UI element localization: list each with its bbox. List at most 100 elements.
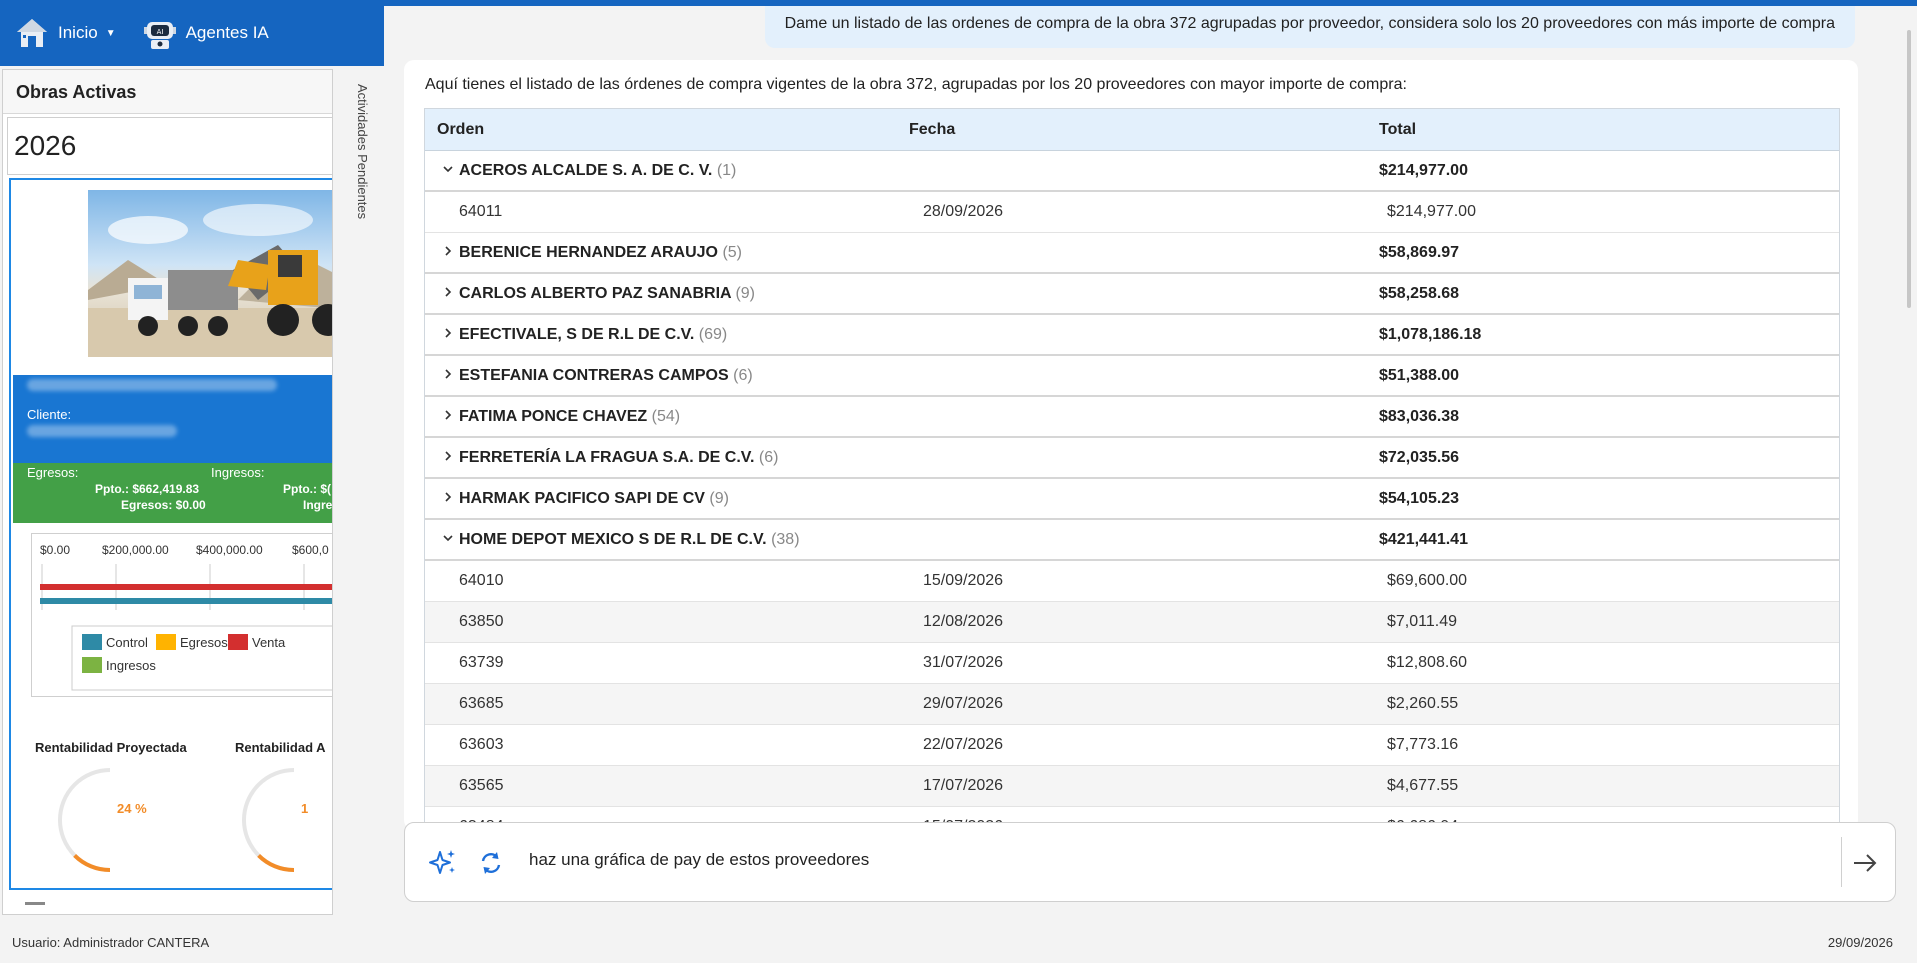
chevron-right-icon[interactable] [441, 285, 455, 299]
group-row[interactable]: ACEROS ALCALDE S. A. DE C. V. (1) $214,97… [425, 151, 1839, 192]
order-row[interactable]: 63739 31/07/2026 $12,808.60 [425, 643, 1839, 684]
group-total: $214,977.00 [1379, 162, 1468, 179]
grid-header: Orden Fecha Total [425, 109, 1839, 151]
group-label: FATIMA PONCE CHAVEZ (54) [459, 408, 680, 426]
group-row[interactable]: FERRETERÍA LA FRAGUA S.A. DE C.V. (6) $72… [425, 438, 1839, 479]
order-total: $2,260.55 [1387, 695, 1459, 712]
vertical-scrollbar[interactable] [1907, 30, 1911, 308]
chat-input[interactable] [529, 850, 1729, 870]
order-date: 22/07/2026 [923, 736, 1004, 753]
group-total: $72,035.56 [1379, 449, 1460, 466]
column-header-fecha[interactable]: Fecha [909, 121, 955, 139]
group-total: $54,105.23 [1379, 490, 1460, 507]
status-bar: Usuario: Administrador CANTERA 29/09/202… [0, 921, 1917, 963]
chevron-right-icon[interactable] [441, 408, 455, 422]
order-total: $12,808.60 [1387, 654, 1468, 671]
ingresos-value: Ingre [303, 498, 333, 512]
ingresos-label: Ingresos: [211, 465, 265, 480]
order-row[interactable]: 63685 29/07/2026 $2,260.55 [425, 684, 1839, 725]
nav-agents-label: Agentes IA [185, 23, 269, 42]
legend-swatch-control [82, 634, 102, 650]
egresos-value: Egresos: $0.00 [121, 498, 206, 512]
user-message-bubble: Dame un listado de las ordenes de compra… [764, 6, 1855, 48]
order-total: $7,773.16 [1387, 736, 1459, 753]
legend-label-egresos: Egresos [180, 635, 228, 650]
group-name: FERRETERÍA LA FRAGUA S.A. DE C.V. [459, 449, 755, 466]
order-row[interactable]: 64011 28/09/2026 $214,977.00 [425, 192, 1839, 233]
group-count: (38) [771, 531, 800, 548]
group-total: $58,869.97 [1379, 244, 1460, 261]
order-number: 63565 [459, 777, 504, 794]
legend-label-ingresos: Ingresos [106, 658, 156, 673]
budget-chart: $0.00 $200,000.00 $400,000.00 $600,0 Con… [31, 533, 332, 697]
legend-swatch-ingresos [82, 657, 102, 673]
chevron-right-icon[interactable] [441, 244, 455, 258]
bar-control [40, 598, 332, 604]
group-name: ACEROS ALCALDE S. A. DE C. V. [459, 162, 713, 179]
obras-panel: Obras Activas 2026 Cliente: Egresos: Ing… [2, 69, 333, 915]
send-arrow-icon[interactable] [1849, 847, 1881, 879]
order-row[interactable]: 63603 22/07/2026 $7,773.16 [425, 725, 1839, 766]
year-label: 2026 [7, 117, 332, 175]
bar-venta [40, 584, 332, 590]
obra-info-band: Cliente: [13, 375, 332, 463]
order-total: $69,600.00 [1387, 572, 1468, 589]
gauge2-title: Rentabilidad A [235, 740, 326, 755]
order-row[interactable]: 63850 12/08/2026 $7,011.49 [425, 602, 1839, 643]
navbar: Inicio ▼ AI Agentes IA [0, 0, 384, 66]
assistant-answer-card: Aquí tienes el listado de las órdenes de… [404, 60, 1858, 830]
tab-actividades-pendientes[interactable]: Actividades Pendientes [350, 84, 370, 234]
group-row[interactable]: CARLOS ALBERTO PAZ SANABRIA (9) $58,258.6… [425, 274, 1839, 315]
order-number: 63850 [459, 613, 504, 630]
status-date: 29/09/2026 [1827, 935, 1893, 950]
order-row[interactable]: 64010 15/09/2026 $69,600.00 [425, 561, 1839, 602]
orders-grid: Orden Fecha Total ACEROS ALCALDE S. A. D… [424, 108, 1840, 830]
status-user: Usuario: Administrador CANTERA [12, 935, 210, 950]
order-date: 15/09/2026 [923, 572, 1004, 589]
group-count: (6) [733, 367, 753, 384]
group-total: $51,388.00 [1379, 367, 1460, 384]
chevron-right-icon[interactable] [441, 326, 455, 340]
group-name: EFECTIVALE, S DE R.L DE C.V. [459, 326, 695, 343]
gauge1-value: 24 % [117, 801, 147, 816]
chevron-right-icon[interactable] [441, 490, 455, 504]
column-header-total[interactable]: Total [1379, 121, 1416, 139]
chat-composer [404, 822, 1896, 902]
chevron-down-icon: ▼ [105, 27, 116, 39]
order-date: 29/07/2026 [923, 695, 1004, 712]
tick-2: $400,000.00 [196, 543, 263, 557]
legend-swatch-egresos [156, 634, 176, 650]
group-row[interactable]: HARMAK PACIFICO SAPI DE CV (9) $54,105.23 [425, 479, 1839, 520]
panel-title: Obras Activas [3, 70, 332, 114]
nav-home[interactable]: Inicio ▼ [14, 15, 116, 51]
group-label: ESTEFANIA CONTRERAS CAMPOS (6) [459, 367, 753, 385]
sparkles-icon[interactable] [427, 847, 459, 879]
column-header-orden[interactable]: Orden [437, 121, 484, 139]
chevron-right-icon[interactable] [441, 449, 455, 463]
obra-card[interactable]: Cliente: Egresos: Ingresos: Ppto.: $662,… [9, 178, 333, 890]
group-label: ACEROS ALCALDE S. A. DE C. V. (1) [459, 162, 736, 180]
group-row[interactable]: HOME DEPOT MEXICO S DE R.L DE C.V. (38) $… [425, 520, 1839, 561]
group-label: FERRETERÍA LA FRAGUA S.A. DE C.V. (6) [459, 449, 778, 467]
order-number: 63603 [459, 736, 504, 753]
group-label: HOME DEPOT MEXICO S DE R.L DE C.V. (38) [459, 531, 800, 549]
refresh-icon[interactable] [475, 847, 507, 879]
group-row[interactable]: BERENICE HERNANDEZ ARAUJO (5) $58,869.97 [425, 233, 1839, 274]
horizontal-scroll-handle[interactable] [25, 902, 45, 905]
order-row[interactable]: 63565 17/07/2026 $4,677.55 [425, 766, 1839, 807]
tick-0: $0.00 [40, 543, 70, 557]
group-total: $421,441.41 [1379, 531, 1468, 548]
group-row[interactable]: EFECTIVALE, S DE R.L DE C.V. (69) $1,078,… [425, 315, 1839, 356]
chevron-down-icon[interactable] [441, 531, 455, 545]
gauge-rentabilidad-proyectada: 24 % [55, 765, 165, 880]
group-row[interactable]: ESTEFANIA CONTRERAS CAMPOS (6) $51,388.00 [425, 356, 1839, 397]
order-date: 28/09/2026 [923, 203, 1004, 220]
chevron-right-icon[interactable] [441, 367, 455, 381]
group-count: (5) [722, 244, 742, 261]
chevron-down-icon[interactable] [441, 162, 455, 176]
nav-agents[interactable]: AI Agentes IA [142, 15, 269, 51]
group-count: (69) [698, 326, 728, 343]
group-label: HARMAK PACIFICO SAPI DE CV (9) [459, 490, 729, 508]
group-row[interactable]: FATIMA PONCE CHAVEZ (54) $83,036.38 [425, 397, 1839, 438]
egresos-label: Egresos: [27, 465, 79, 480]
